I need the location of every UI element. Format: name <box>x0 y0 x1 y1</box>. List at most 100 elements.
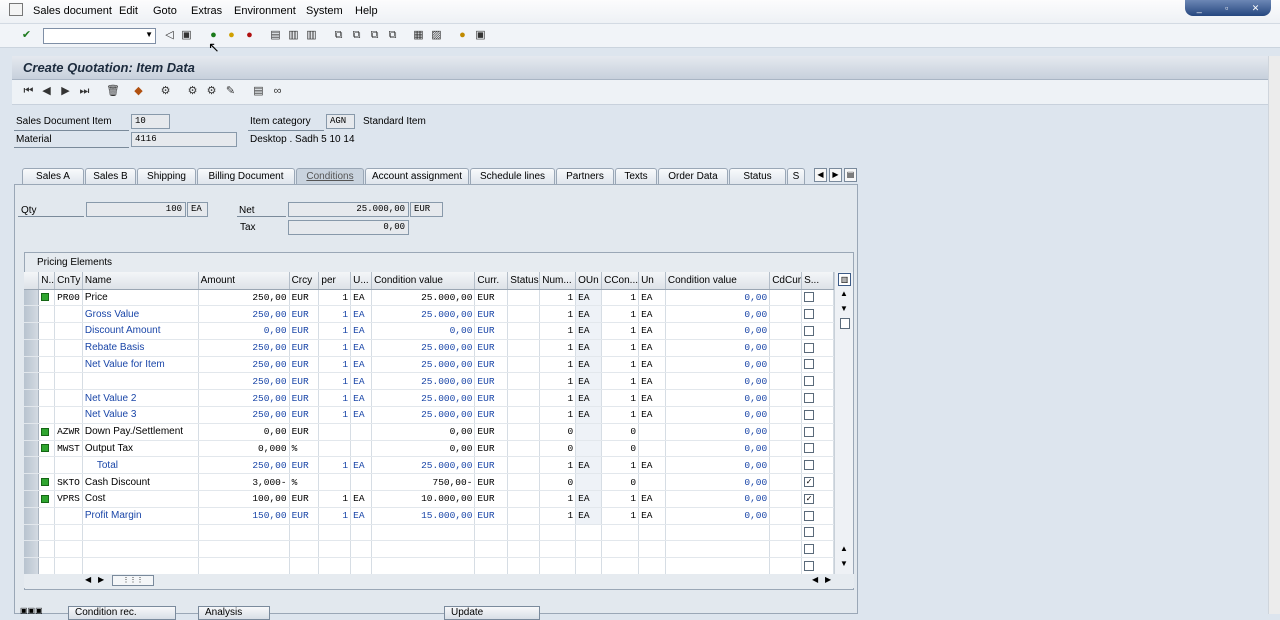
tab-partners[interactable]: Partners <box>556 168 614 184</box>
list-icon[interactable]: ▤ <box>252 85 265 98</box>
table-vertical-scrollbar[interactable]: ▥ ▲ ▼ ▲ ▼ <box>834 272 853 574</box>
empty-cell[interactable] <box>575 557 603 574</box>
delete-icon[interactable]: 🗑 <box>106 85 120 98</box>
empty-cell[interactable] <box>539 557 577 574</box>
row-selector[interactable] <box>24 456 40 475</box>
statistical-cell[interactable]: ✓ <box>801 473 834 492</box>
checkbox[interactable] <box>804 510 815 521</box>
empty-cell[interactable] <box>371 540 476 559</box>
table-row[interactable]: MWST Output Tax 0,000% 0,00 EUR 0 0 0,00 <box>24 440 834 458</box>
column-header[interactable]: Condition value <box>665 272 771 290</box>
tab-schedule-lines[interactable]: Schedule lines <box>470 168 555 184</box>
tab-account-assignment[interactable]: Account assignment <box>365 168 469 184</box>
row-selector[interactable] <box>24 507 40 525</box>
empty-cell[interactable] <box>350 557 373 574</box>
checkbox[interactable] <box>804 393 815 404</box>
empty-cell[interactable] <box>82 557 199 574</box>
condition-type-cell[interactable] <box>54 322 83 340</box>
tab-texts[interactable]: Texts <box>615 168 657 184</box>
column-header[interactable]: S... <box>801 272 834 290</box>
new-session-icon[interactable]: ▦ <box>412 29 425 42</box>
empty-cell[interactable] <box>54 540 83 559</box>
scroll-thumb[interactable] <box>840 318 850 329</box>
amount-cell[interactable]: 3,000- <box>198 473 290 492</box>
material-field[interactable]: 4116 <box>131 132 237 147</box>
empty-cell[interactable] <box>665 524 771 542</box>
empty-cell[interactable] <box>198 524 290 542</box>
empty-cell[interactable] <box>54 557 83 574</box>
empty-cell[interactable] <box>769 524 803 542</box>
empty-cell[interactable] <box>801 524 834 542</box>
table-row-empty[interactable] <box>24 557 834 574</box>
next-item-icon[interactable]: ▶ <box>59 85 72 98</box>
shortcut-icon[interactable]: ▨ <box>430 29 443 42</box>
enter-icon[interactable]: ✔ <box>20 29 33 42</box>
amount-cell[interactable]: 0,00 <box>198 322 290 340</box>
statistical-cell[interactable] <box>801 322 834 340</box>
empty-cell[interactable] <box>318 557 352 574</box>
currency-cell[interactable]: EUR <box>289 406 320 424</box>
last-page-icon[interactable]: ⧉ <box>386 29 399 42</box>
statistical-cell[interactable] <box>801 339 834 357</box>
empty-cell[interactable] <box>601 557 640 574</box>
menu-system[interactable]: System <box>306 5 343 17</box>
empty-cell[interactable] <box>539 540 577 559</box>
qty-field[interactable]: 100 <box>86 202 186 217</box>
column-header[interactable]: Curr. <box>474 272 509 290</box>
scroll-down-icon[interactable]: ▼ <box>840 559 848 568</box>
close-button[interactable]: ✕ <box>1252 3 1260 14</box>
empty-cell[interactable] <box>82 524 199 542</box>
currency-cell[interactable]: EUR <box>289 305 320 324</box>
unit-cell[interactable] <box>350 473 373 492</box>
statistical-cell[interactable] <box>801 406 834 424</box>
empty-cell[interactable] <box>350 540 373 559</box>
empty-cell[interactable] <box>575 540 603 559</box>
prev-page-icon[interactable]: ⧉ <box>350 29 363 42</box>
statistical-cell[interactable] <box>801 456 834 475</box>
column-header[interactable]: Name <box>82 272 199 290</box>
row-selector[interactable] <box>24 339 40 357</box>
empty-cell[interactable] <box>371 557 476 574</box>
last-item-icon[interactable]: ⏭ <box>78 85 91 98</box>
empty-cell[interactable] <box>801 540 834 559</box>
per-cell[interactable]: 1 <box>318 490 352 508</box>
tab-order-data[interactable]: Order Data <box>658 168 728 184</box>
checkbox[interactable] <box>804 325 815 336</box>
statistical-cell[interactable]: ✓ <box>801 490 834 508</box>
next-page-icon[interactable]: ⧉ <box>368 29 381 42</box>
per-cell[interactable] <box>318 473 352 492</box>
unit-cell[interactable] <box>350 423 373 441</box>
unit-cell[interactable]: EA <box>350 289 373 307</box>
per-cell[interactable] <box>318 440 352 458</box>
per-cell[interactable]: 1 <box>318 372 352 391</box>
per-cell[interactable]: 1 <box>318 389 352 408</box>
row-selector[interactable] <box>24 557 40 574</box>
amount-cell[interactable]: 250,00 <box>198 406 290 424</box>
empty-cell[interactable] <box>350 524 373 542</box>
unit-cell[interactable]: EA <box>350 322 373 340</box>
command-field[interactable]: ▼ <box>43 28 156 44</box>
row-selector[interactable] <box>24 540 40 559</box>
menu-environment[interactable]: Environment <box>234 5 296 17</box>
column-header[interactable]: Amount <box>198 272 290 290</box>
statistical-cell[interactable] <box>801 372 834 391</box>
condition-type-cell[interactable]: VPRS <box>54 490 83 508</box>
table-row-empty[interactable] <box>24 540 834 559</box>
analysis-button[interactable]: Analysis <box>198 606 270 620</box>
table-row[interactable]: Net Value 3 250,00 EUR 1 EA 25.000,00 EUR 1 EA 1 E… <box>24 406 834 424</box>
scroll-up-icon[interactable]: ▲ <box>840 289 848 298</box>
currency-cell[interactable]: EUR <box>289 356 320 374</box>
empty-cell[interactable] <box>198 557 290 574</box>
empty-cell[interactable] <box>38 557 56 574</box>
statistical-cell[interactable] <box>801 507 834 525</box>
row-selector[interactable] <box>24 423 40 441</box>
condition-type-cell[interactable]: PR00 <box>54 289 83 307</box>
display-doc-flow-icon[interactable]: ⚙ <box>159 85 172 98</box>
exit-icon[interactable]: ● <box>225 29 238 42</box>
find-next-icon[interactable]: ▥ <box>305 29 318 42</box>
maximize-button[interactable]: ▫ <box>1225 3 1228 13</box>
empty-cell[interactable] <box>82 540 199 559</box>
checkbox[interactable] <box>804 544 815 555</box>
amount-cell[interactable]: 250,00 <box>198 339 290 357</box>
unit-cell[interactable]: EA <box>350 456 373 475</box>
